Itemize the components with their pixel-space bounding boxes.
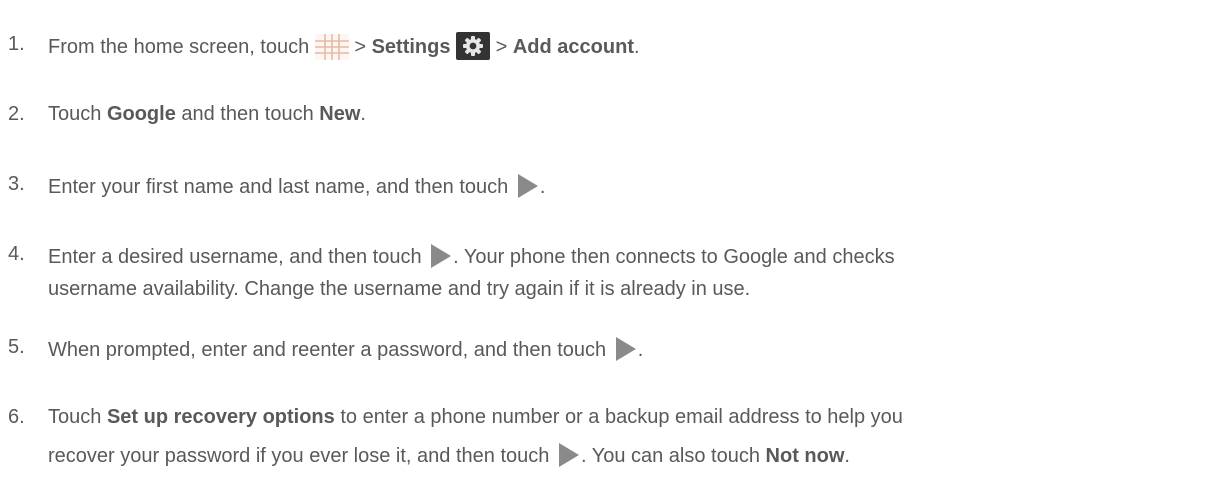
step-5: 5. When prompted, enter and reenter a pa… xyxy=(8,335,1190,363)
apps-grid-icon xyxy=(314,34,349,60)
settings-label: Settings xyxy=(371,36,451,58)
settings-gear-icon xyxy=(456,32,491,60)
not-now-label: Not now xyxy=(765,445,845,467)
step-number: 1. xyxy=(8,33,25,55)
step-text: Enter your first name and last name, and… xyxy=(48,172,1190,200)
step-number: 6. xyxy=(8,406,25,428)
step-text: When prompted, enter and reenter a passw… xyxy=(48,335,1190,363)
new-label: New xyxy=(319,103,361,125)
step-1: 1. From the home screen, touch > Setting… xyxy=(8,32,1190,60)
next-arrow-icon xyxy=(427,242,453,270)
step-text: Touch Google and then touch New. xyxy=(48,103,366,125)
next-arrow-icon xyxy=(612,335,638,363)
next-arrow-icon xyxy=(555,441,581,469)
step-2: 2. Touch Google and then touch New. xyxy=(8,102,1190,126)
google-label: Google xyxy=(106,103,176,125)
set-up-recovery-options-label: Set up recovery options xyxy=(106,406,335,428)
step-number: 3. xyxy=(8,173,25,195)
step-4: 4. Enter a desired username, and then to… xyxy=(8,242,1190,301)
step-text: Touch Set up recovery options to enter a… xyxy=(48,406,903,469)
step-text: Enter a desired username, and then touch… xyxy=(48,242,1190,301)
step-number: 2. xyxy=(8,103,25,125)
next-arrow-icon xyxy=(514,172,540,200)
add-account-label: Add account xyxy=(512,36,634,58)
step-text: From the home screen, touch > Settings >… xyxy=(48,32,1190,60)
step-number: 4. xyxy=(8,243,25,265)
instruction-steps: 1. From the home screen, touch > Setting… xyxy=(0,0,1210,489)
step-3: 3. Enter your first name and last name, … xyxy=(8,172,1190,200)
step-number: 5. xyxy=(8,336,25,358)
step-6: 6. Touch Set up recovery options to ente… xyxy=(8,405,1190,469)
